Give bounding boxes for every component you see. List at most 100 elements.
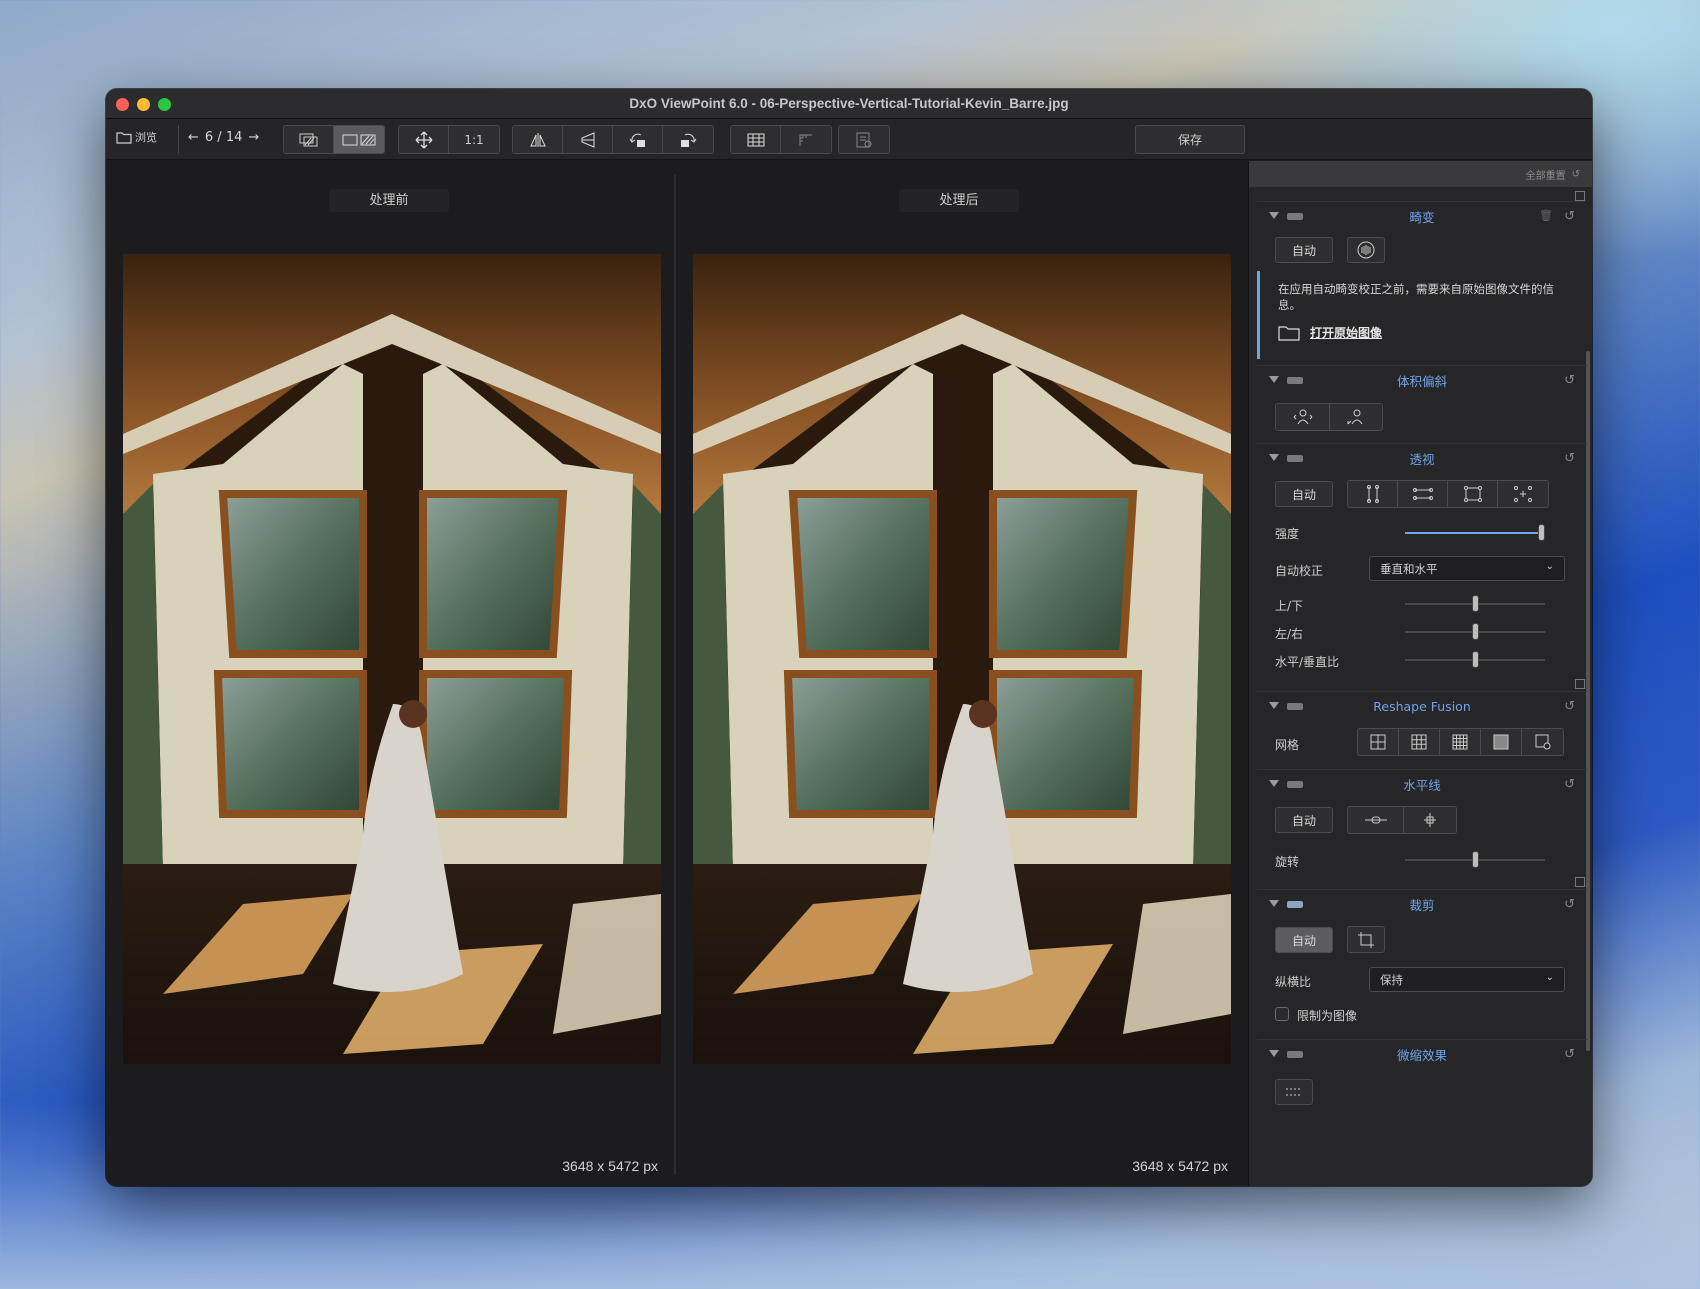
expand-triangle-icon[interactable] [1269,1050,1279,1057]
single-view-button[interactable] [284,126,334,153]
volume-toggle[interactable] [1287,377,1303,384]
zoom-1to1-button[interactable]: 1:1 [449,126,499,153]
expand-triangle-icon[interactable] [1269,212,1279,219]
crop-auto-button[interactable]: 自动 [1275,927,1333,953]
leftright-thumb[interactable] [1472,623,1479,640]
horizontal-lines-button[interactable] [1398,481,1448,507]
transform-group [512,125,714,154]
expand-triangle-icon[interactable] [1269,454,1279,461]
after-photo[interactable] [693,254,1231,1064]
aspect-select[interactable]: 保持 ⌄ [1369,967,1565,992]
distortion-header[interactable]: 畸变 🗑 ↺ [1257,201,1587,231]
volume-diagonal-button[interactable] [1330,404,1382,430]
auto-correct-select[interactable]: 垂直和水平 ⌄ [1369,556,1565,581]
next-image-button[interactable]: → [248,130,259,145]
miniature-header[interactable]: 微缩效果 ↺ [1257,1039,1587,1069]
flip-button[interactable] [513,126,563,153]
folder-icon [116,131,132,144]
crop-header[interactable]: 裁剪 ↺ [1257,889,1587,919]
vertical-lines-button[interactable] [1348,481,1398,507]
constrain-checkbox[interactable] [1275,1007,1289,1021]
reshape-toggle[interactable] [1287,703,1303,710]
perspective-tool-button[interactable] [563,126,613,153]
leftright-slider[interactable] [1405,623,1545,640]
undo-icon[interactable]: ↺ [1564,897,1575,912]
undo-icon[interactable]: ↺ [1564,777,1575,792]
reshape-header[interactable]: Reshape Fusion ↺ [1257,691,1587,721]
miniature-tool-button[interactable] [1275,1079,1313,1105]
maximize-window-button[interactable] [158,98,171,111]
lens-profile-button[interactable] [1347,237,1385,263]
volume-header[interactable]: 体积偏斜 ↺ [1257,365,1587,395]
horizon-toggle[interactable] [1287,781,1303,788]
ratio-slider[interactable] [1405,651,1545,668]
horizon-vertical-button[interactable] [1404,807,1456,833]
expand-triangle-icon[interactable] [1269,702,1279,709]
side-by-side-button[interactable] [334,126,384,153]
rotate-left-button[interactable] [613,126,663,153]
grid-4x4-button[interactable] [1440,729,1481,755]
ratio-thumb[interactable] [1472,651,1479,668]
undo-icon[interactable]: ↺ [1564,451,1575,466]
distortion-auto-button[interactable]: 自动 [1275,237,1333,263]
rotate-right-button[interactable] [663,126,713,153]
close-window-button[interactable] [116,98,129,111]
zoom-group: 1:1 [398,125,500,154]
reset-all-button[interactable]: 全部重置 ↺ [1249,161,1592,187]
compare-mode-group [283,125,385,154]
intensity-slider[interactable] [1405,524,1545,541]
rectangle-button[interactable] [1448,481,1498,507]
pan-tool-button[interactable] [399,126,449,153]
before-photo[interactable] [123,254,661,1064]
trash-icon[interactable]: 🗑 [1539,209,1553,222]
minimize-window-button[interactable] [137,98,150,111]
intensity-label: 强度 [1275,527,1300,541]
prev-image-button[interactable]: ← [188,130,199,145]
miniature-toggle[interactable] [1287,1051,1303,1058]
undo-icon[interactable]: ↺ [1564,699,1575,714]
undo-icon[interactable]: ↺ [1564,209,1575,224]
distortion-toggle[interactable] [1287,213,1303,220]
expand-triangle-icon[interactable] [1269,376,1279,383]
browse-button[interactable]: 浏览 [116,129,157,145]
horizon-auto-button[interactable]: 自动 [1275,807,1333,833]
updown-slider[interactable] [1405,595,1545,612]
crop-tool-button[interactable] [1347,926,1385,953]
expand-triangle-icon[interactable] [1269,780,1279,787]
crop-title: 裁剪 [1409,898,1435,913]
grid-settings-button[interactable] [1522,729,1563,755]
grid-2x2-button[interactable] [1358,729,1399,755]
image-viewer: 处理前 3648 x 5472 px 处理后 3648 x 5472 px [106,161,1248,1186]
horizon-level-button[interactable] [1348,807,1404,833]
collapse-section-icon[interactable] [1575,679,1585,689]
rotate-slider[interactable] [1405,851,1545,868]
horizon-header[interactable]: 水平线 ↺ [1257,769,1587,799]
guides-button[interactable] [781,126,831,153]
window-controls [116,98,171,111]
ruler-icon [799,134,812,146]
grid-overlay-button[interactable] [731,126,781,153]
collapse-all-icon[interactable] [1575,191,1585,201]
perspective-header[interactable]: 透视 ↺ [1257,443,1587,473]
crop-toggle[interactable] [1287,901,1303,908]
save-button[interactable]: 保存 [1135,125,1245,154]
eight-point-button[interactable] [1498,481,1548,507]
undo-icon[interactable]: ↺ [1564,373,1575,388]
collapse-section-icon[interactable] [1575,877,1585,887]
grid-3x3-button[interactable] [1399,729,1440,755]
grid-settings-icon [1535,734,1550,750]
intensity-thumb[interactable] [1538,524,1545,541]
updown-thumb[interactable] [1472,595,1479,612]
undo-icon[interactable]: ↺ [1564,1047,1575,1062]
open-original-link[interactable]: 打开原始图像 [1278,325,1575,341]
perspective-toggle[interactable] [1287,455,1303,462]
before-pane: 处理前 3648 x 5472 px [106,161,672,1186]
guides-group [730,125,832,154]
show-mask-button[interactable] [839,126,889,153]
expand-triangle-icon[interactable] [1269,900,1279,907]
grid-none-button[interactable] [1481,729,1522,755]
tool-palette: 全部重置 ↺ 畸变 🗑 ↺ 自动 在应用自动畸变校正之前，需要来自原始图像文件的 [1248,161,1592,1186]
rotate-thumb[interactable] [1472,851,1479,868]
volume-horizontal-button[interactable] [1276,404,1330,430]
perspective-auto-button[interactable]: 自动 [1275,481,1333,507]
